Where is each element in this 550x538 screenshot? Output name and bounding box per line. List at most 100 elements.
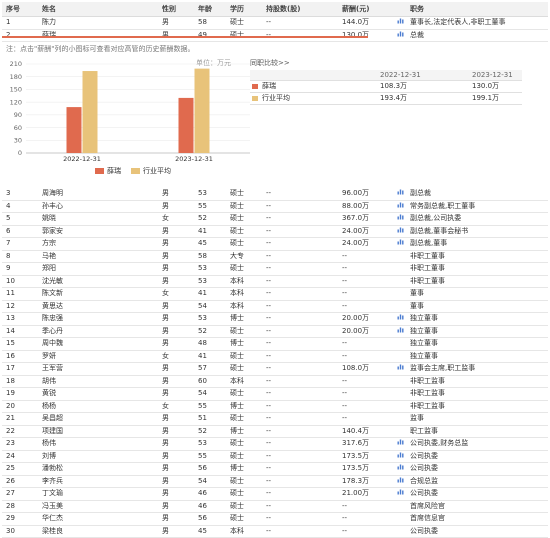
table-row[interactable]: 28冯玉美男46硕士----首席风险官	[2, 501, 548, 514]
row-number: 15	[6, 338, 34, 349]
table-row[interactable]: 18胡伟男60本科----非职工监事	[2, 376, 548, 389]
education: 硕士	[230, 451, 260, 462]
salary-history-chart-icon[interactable]	[397, 313, 407, 324]
col-gender[interactable]: 性别	[162, 2, 192, 16]
chart-legend: 薛瑞 行业平均	[95, 166, 171, 176]
executive-name[interactable]: 杨伟	[42, 438, 154, 449]
row-number: 25	[6, 463, 34, 474]
salary-history-chart-icon[interactable]	[397, 30, 407, 41]
table-row[interactable]: 29华仁杰男56硕士----首席信息官	[2, 513, 548, 526]
age: 54	[198, 301, 228, 312]
position: 职工监事	[410, 426, 550, 437]
table-row[interactable]: 13陈忠强男53博士--20.00万独立董事	[2, 313, 548, 326]
executive-name[interactable]: 李齐兵	[42, 476, 154, 487]
executive-name[interactable]: 梁桂良	[42, 526, 154, 537]
legend-item-1[interactable]: 薛瑞	[95, 166, 121, 176]
executive-name[interactable]: 季心丹	[42, 326, 154, 337]
table-row[interactable]: 17王军营男57硕士--108.0万监事会主席,职工监事	[2, 363, 548, 376]
row-number: 14	[6, 326, 34, 337]
table-row[interactable]: 10沈光敏男53本科----非职工董事	[2, 276, 548, 289]
table-row[interactable]: 8马艳男58大专----非职工董事	[2, 251, 548, 264]
education: 博士	[230, 463, 260, 474]
table-row[interactable]: 21吴昌超男51硕士----监事	[2, 413, 548, 426]
table-row[interactable]: 4孙丰心男55硕士--88.00万常务副总裁,职工董事	[2, 201, 548, 214]
table-row[interactable]: 15周中魏男48博士----独立董事	[2, 338, 548, 351]
salary-history-chart-icon[interactable]	[397, 363, 407, 374]
position: 首席信息官	[410, 513, 550, 524]
salary: --	[342, 251, 386, 262]
executive-name[interactable]: 陈忠强	[42, 313, 154, 324]
executive-name[interactable]: 孙丰心	[42, 201, 154, 212]
executive-name[interactable]: 吴昌超	[42, 413, 154, 424]
executive-name[interactable]: 陈文新	[42, 288, 154, 299]
executive-name[interactable]: 黄锐	[42, 388, 154, 399]
table-row[interactable]: 22项建国男52博士--140.4万职工监事	[2, 426, 548, 439]
executive-name[interactable]: 马艳	[42, 251, 154, 262]
table-row[interactable]: 7方宗男45硕士--24.00万副总裁,董事	[2, 238, 548, 251]
col-age[interactable]: 年龄	[198, 2, 228, 16]
table-row[interactable]: 26李齐兵男54硕士--178.3万合规总监	[2, 476, 548, 489]
salary-history-chart-icon[interactable]	[397, 188, 407, 199]
executive-name[interactable]: 周海明	[42, 188, 154, 199]
table-row[interactable]: 30梁桂良男45本科----公司执委	[2, 526, 548, 538]
table-row[interactable]: 25潘勃松男56博士--173.5万公司执委	[2, 463, 548, 476]
salary-history-chart-icon[interactable]	[397, 463, 407, 474]
salary-history-chart-icon[interactable]	[397, 201, 407, 212]
executive-name[interactable]: 黄思达	[42, 301, 154, 312]
executive-name[interactable]: 冯玉美	[42, 501, 154, 512]
executive-name[interactable]: 王军营	[42, 363, 154, 374]
executive-name[interactable]: 杨杨	[42, 401, 154, 412]
salary-history-chart-icon[interactable]	[397, 476, 407, 487]
col-shares[interactable]: 持股数(股)	[266, 2, 338, 16]
legend-item-2[interactable]: 行业平均	[131, 166, 171, 176]
salary-history-chart-icon[interactable]	[397, 326, 407, 337]
col-pay[interactable]: 薪酬(元)	[342, 2, 386, 16]
salary: 367.0万	[342, 213, 386, 224]
executive-name[interactable]: 胡伟	[42, 376, 154, 387]
executive-name[interactable]: 郑阳	[42, 263, 154, 274]
col-name[interactable]: 姓名	[42, 2, 154, 16]
table-row[interactable]: 19黄锐男54硕士----非职工监事	[2, 388, 548, 401]
salary-history-chart-icon[interactable]	[397, 438, 407, 449]
executive-name[interactable]: 薛瑞	[42, 30, 154, 41]
table-row[interactable]: 16罗妍女41硕士----独立董事	[2, 351, 548, 364]
peer-compare-link[interactable]: 同职比较>>	[250, 58, 290, 68]
table-row[interactable]: 3周海明男53硕士--96.00万副总裁	[2, 188, 548, 201]
executive-name[interactable]: 陈力	[42, 17, 154, 28]
executive-name[interactable]: 丁文瑜	[42, 488, 154, 499]
executive-name[interactable]: 沈光敏	[42, 276, 154, 287]
salary-history-chart-icon[interactable]	[397, 17, 407, 28]
executive-name[interactable]: 罗妍	[42, 351, 154, 362]
education: 硕士	[230, 188, 260, 199]
executive-name[interactable]: 郭家安	[42, 226, 154, 237]
executive-name[interactable]: 项建国	[42, 426, 154, 437]
table-row[interactable]: 20杨杨女55博士----非职工监事	[2, 401, 548, 414]
salary: --	[342, 351, 386, 362]
table-row[interactable]: 6郭家安男41硕士--24.00万副总裁,董事会秘书	[2, 226, 548, 239]
salary-history-chart-icon[interactable]	[397, 226, 407, 237]
salary-history-chart-icon[interactable]	[397, 238, 407, 249]
executive-name[interactable]: 姚晓	[42, 213, 154, 224]
col-no[interactable]: 序号	[6, 2, 34, 16]
age: 56	[198, 513, 228, 524]
executive-name[interactable]: 华仁杰	[42, 513, 154, 524]
col-edu[interactable]: 学历	[230, 2, 260, 16]
salary-history-chart-icon[interactable]	[397, 213, 407, 224]
table-row[interactable]: 1陈力男58硕士--144.0万董事长,法定代表人,非职工董事	[2, 17, 548, 30]
table-row[interactable]: 11陈文新女41本科----董事	[2, 288, 548, 301]
table-row[interactable]: 5姚晓女52硕士--367.0万副总裁,公司执委	[2, 213, 548, 226]
executive-name[interactable]: 周中魏	[42, 338, 154, 349]
salary-history-chart-icon[interactable]	[397, 451, 407, 462]
executive-name[interactable]: 方宗	[42, 238, 154, 249]
table-row[interactable]: 24刘博男55硕士--173.5万公司执委	[2, 451, 548, 464]
table-row[interactable]: 12黄思达男54本科----董事	[2, 301, 548, 314]
col-title[interactable]: 职务	[410, 2, 550, 16]
salary-history-chart-icon[interactable]	[397, 488, 407, 499]
table-row[interactable]: 27丁文瑜男46硕士--21.00万公司执委	[2, 488, 548, 501]
executive-name[interactable]: 潘勃松	[42, 463, 154, 474]
y-tick-label: 150	[10, 86, 22, 94]
table-row[interactable]: 9郑阳男53硕士----非职工董事	[2, 263, 548, 276]
table-row[interactable]: 23杨伟男53硕士--317.6万公司执委,财务总监	[2, 438, 548, 451]
table-row[interactable]: 14季心丹男52硕士--20.00万独立董事	[2, 326, 548, 339]
executive-name[interactable]: 刘博	[42, 451, 154, 462]
